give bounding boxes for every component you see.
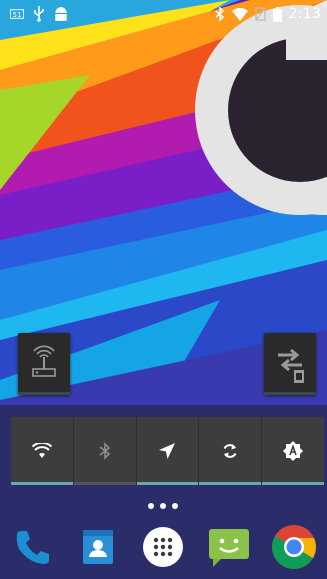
wifi-hotspot-widget[interactable] bbox=[18, 333, 70, 395]
data-sync-widget[interactable] bbox=[264, 333, 316, 395]
bluetooth-icon bbox=[99, 442, 110, 460]
app-drawer-icon bbox=[143, 527, 184, 567]
wifi-icon bbox=[231, 7, 248, 21]
contacts-app[interactable] bbox=[73, 522, 123, 572]
no-sim-icon bbox=[255, 7, 266, 21]
hotspot-icon bbox=[32, 345, 56, 377]
page-dot bbox=[160, 503, 166, 509]
location-icon bbox=[159, 443, 176, 459]
toggle-state-bar bbox=[11, 482, 73, 485]
page-indicator bbox=[148, 503, 178, 509]
battery-icon bbox=[272, 6, 282, 22]
toggle-state-bar bbox=[73, 482, 136, 485]
widget-state-bar bbox=[18, 392, 70, 395]
android-debug-icon bbox=[55, 7, 67, 21]
dock bbox=[0, 515, 327, 579]
wallpaper bbox=[0, 0, 327, 579]
status-bar: 51 2:13 bbox=[0, 0, 327, 30]
contacts-icon bbox=[83, 530, 114, 564]
app-drawer-button[interactable] bbox=[138, 522, 188, 572]
messaging-app[interactable] bbox=[204, 522, 254, 572]
brightness-auto-icon bbox=[283, 441, 304, 461]
bluetooth-icon bbox=[215, 6, 224, 22]
phone-app[interactable] bbox=[8, 522, 58, 572]
power-control-widget bbox=[11, 417, 324, 485]
chrome-icon bbox=[272, 525, 317, 569]
messaging-icon bbox=[208, 529, 249, 567]
phone-icon bbox=[16, 531, 49, 564]
svg-text:51: 51 bbox=[13, 11, 22, 19]
toggle-state-bar bbox=[262, 482, 324, 485]
toggle-state-bar bbox=[136, 482, 199, 485]
transfer-icon bbox=[278, 348, 304, 383]
home-screen: 51 2:13 bbox=[0, 0, 327, 579]
notification-number-icon: 51 bbox=[10, 9, 24, 19]
toggle-sync[interactable] bbox=[199, 417, 263, 485]
status-time: 2:13 bbox=[288, 6, 321, 22]
usb-icon bbox=[34, 6, 44, 22]
toggle-state-bar bbox=[199, 482, 262, 485]
toggle-wifi[interactable] bbox=[11, 417, 74, 485]
page-dot bbox=[172, 503, 178, 509]
page-dot bbox=[148, 503, 154, 509]
chrome-app[interactable] bbox=[269, 522, 319, 572]
wifi-icon bbox=[31, 443, 52, 458]
sync-icon bbox=[223, 444, 237, 458]
toggle-bluetooth[interactable] bbox=[73, 417, 137, 485]
toggle-auto-brightness[interactable] bbox=[262, 417, 324, 485]
widget-state-bar bbox=[264, 392, 316, 395]
toggle-location[interactable] bbox=[136, 417, 200, 485]
